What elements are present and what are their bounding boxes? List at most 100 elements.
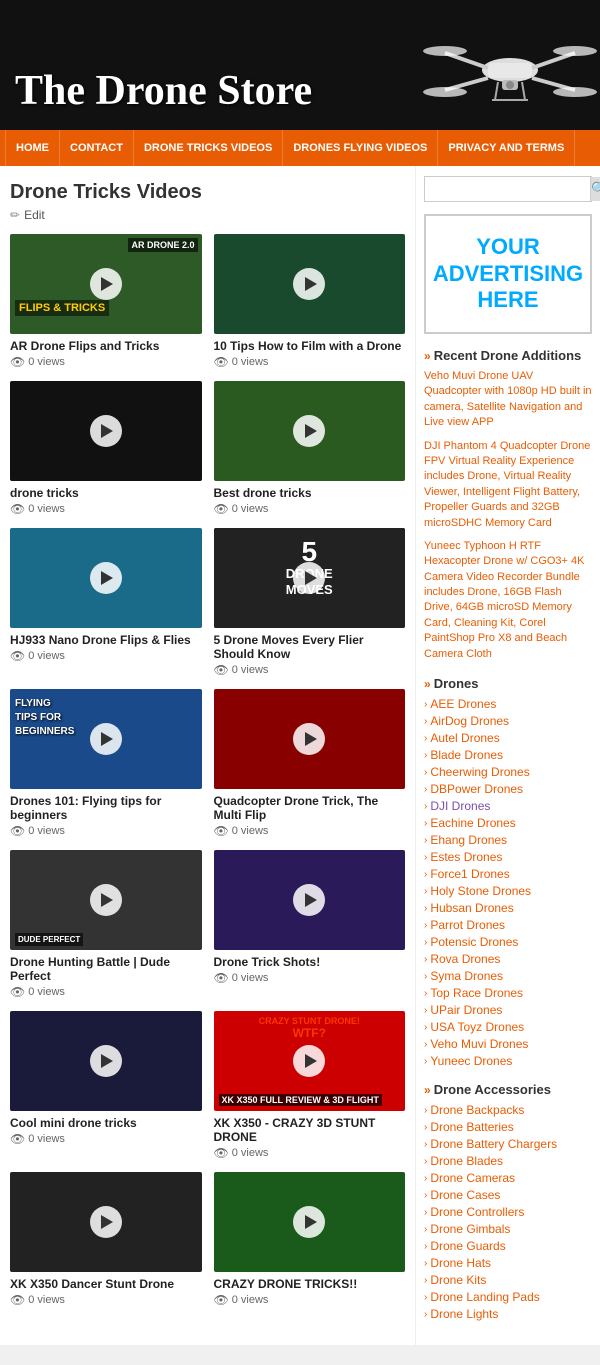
acc-link-anchor-a12[interactable]: Drone Landing Pads bbox=[430, 1290, 539, 1304]
acc-link-anchor-a2[interactable]: Drone Batteries bbox=[430, 1120, 513, 1134]
drones-section: » Drones › AEE Drones › AirDog Drones › … bbox=[424, 676, 592, 1068]
acc-chevron-a4: › bbox=[424, 1156, 427, 1167]
drone-link-anchor-d17[interactable]: Syma Drones bbox=[430, 969, 503, 983]
play-button-v11[interactable] bbox=[90, 1045, 122, 1077]
drone-link-anchor-d7[interactable]: DJI Drones bbox=[430, 799, 490, 813]
video-thumb-v9[interactable]: DUDE PERFECT bbox=[10, 850, 202, 950]
play-button-v4[interactable] bbox=[293, 415, 325, 447]
acc-link-anchor-a7[interactable]: Drone Controllers bbox=[430, 1205, 524, 1219]
drone-link-anchor-d8[interactable]: Eachine Drones bbox=[430, 816, 515, 830]
acc-link-anchor-a3[interactable]: Drone Battery Chargers bbox=[430, 1137, 557, 1151]
drone-link-anchor-d12[interactable]: Holy Stone Drones bbox=[430, 884, 531, 898]
play-button-v1[interactable] bbox=[90, 268, 122, 300]
video-thumb-v11[interactable] bbox=[10, 1011, 202, 1111]
play-button-v6[interactable] bbox=[293, 562, 325, 594]
drone-link-d16: › Rova Drones bbox=[424, 952, 592, 966]
drone-link-anchor-d14[interactable]: Parrot Drones bbox=[430, 918, 505, 932]
drone-chevron-d14: › bbox=[424, 920, 427, 931]
acc-link-anchor-a8[interactable]: Drone Gimbals bbox=[430, 1222, 510, 1236]
acc-link-anchor-a11[interactable]: Drone Kits bbox=[430, 1273, 486, 1287]
video-thumb-v12[interactable]: CRAZY STUNT DRONE!WTF? XK X350 FULL REVI… bbox=[214, 1011, 406, 1111]
drone-link-anchor-d9[interactable]: Ehang Drones bbox=[430, 833, 507, 847]
nav-item-contact[interactable]: CONTACT bbox=[60, 130, 134, 166]
drone-link-anchor-d16[interactable]: Rova Drones bbox=[430, 952, 500, 966]
search-input[interactable] bbox=[425, 177, 590, 201]
drone-link-anchor-d21[interactable]: Veho Muvi Drones bbox=[430, 1037, 528, 1051]
acc-link-anchor-a1[interactable]: Drone Backpacks bbox=[430, 1103, 524, 1117]
video-thumb-v7[interactable]: FLYINGTIPS FORBEGINNERS bbox=[10, 689, 202, 789]
drone-link-anchor-d22[interactable]: Yuneec Drones bbox=[430, 1054, 512, 1068]
recent-link-r3[interactable]: Yuneec Typhoon H RTF Hexacopter Drone w/… bbox=[424, 539, 592, 662]
views-icon-v1: 👁 bbox=[10, 355, 25, 369]
acc-link-anchor-a13[interactable]: Drone Lights bbox=[430, 1307, 498, 1321]
play-button-v8[interactable] bbox=[293, 723, 325, 755]
drone-link-anchor-d15[interactable]: Potensic Drones bbox=[430, 935, 518, 949]
acc-link-anchor-a6[interactable]: Drone Cases bbox=[430, 1188, 500, 1202]
drone-link-anchor-d11[interactable]: Force1 Drones bbox=[430, 867, 509, 881]
drone-link-anchor-d13[interactable]: Hubsan Drones bbox=[430, 901, 513, 915]
play-button-v2[interactable] bbox=[293, 268, 325, 300]
acc-link-a6: › Drone Cases bbox=[424, 1188, 592, 1202]
acc-link-anchor-a5[interactable]: Drone Cameras bbox=[430, 1171, 515, 1185]
views-icon-v6: 👁 bbox=[214, 663, 229, 677]
video-thumb-v6[interactable]: 5 DRONEMOVES bbox=[214, 528, 406, 628]
play-button-v13[interactable] bbox=[90, 1206, 122, 1238]
play-button-v7[interactable] bbox=[90, 723, 122, 755]
video-thumb-v8[interactable] bbox=[214, 689, 406, 789]
acc-link-anchor-a9[interactable]: Drone Guards bbox=[430, 1239, 505, 1253]
acc-chevron-a8: › bbox=[424, 1224, 427, 1235]
edit-link[interactable]: Edit bbox=[24, 208, 45, 222]
acc-link-a7: › Drone Controllers bbox=[424, 1205, 592, 1219]
recent-link-r2[interactable]: DJI Phantom 4 Quadcopter Drone FPV Virtu… bbox=[424, 439, 592, 531]
video-thumb-v2[interactable] bbox=[214, 234, 406, 334]
play-button-v3[interactable] bbox=[90, 415, 122, 447]
video-item-v7: FLYINGTIPS FORBEGINNERS Drones 101: Flyi… bbox=[10, 689, 202, 838]
drone-link-anchor-d20[interactable]: USA Toyz Drones bbox=[430, 1020, 524, 1034]
drone-link-anchor-d18[interactable]: Top Race Drones bbox=[430, 986, 523, 1000]
drone-link-anchor-d6[interactable]: DBPower Drones bbox=[430, 782, 523, 796]
acc-link-anchor-a10[interactable]: Drone Hats bbox=[430, 1256, 491, 1270]
main-nav: HOME CONTACT DRONE TRICKS VIDEOS DRONES … bbox=[0, 130, 600, 166]
drone-link-d7: › DJI Drones bbox=[424, 799, 592, 813]
drone-link-anchor-d4[interactable]: Blade Drones bbox=[430, 748, 503, 762]
recent-arrow-icon: » bbox=[424, 349, 431, 363]
acc-chevron-a5: › bbox=[424, 1173, 427, 1184]
play-button-v5[interactable] bbox=[90, 562, 122, 594]
video-thumb-v5[interactable] bbox=[10, 528, 202, 628]
video-item-v2: 10 Tips How to Film with a Drone 👁 0 vie… bbox=[214, 234, 406, 369]
nav-item-drones-flying[interactable]: DRONES FLYING VIDEOS bbox=[283, 130, 438, 166]
video-thumb-v14[interactable] bbox=[214, 1172, 406, 1272]
video-views-v13: 👁 0 views bbox=[10, 1293, 202, 1307]
acc-link-anchor-a4[interactable]: Drone Blades bbox=[430, 1154, 503, 1168]
video-title-v2: 10 Tips How to Film with a Drone bbox=[214, 339, 406, 353]
recent-item-r2: DJI Phantom 4 Quadcopter Drone FPV Virtu… bbox=[424, 439, 592, 531]
video-thumb-v3[interactable] bbox=[10, 381, 202, 481]
drone-chevron-d10: › bbox=[424, 852, 427, 863]
views-icon-v3: 👁 bbox=[10, 502, 25, 516]
video-views-v5: 👁 0 views bbox=[10, 649, 202, 663]
video-thumb-v1[interactable]: AR DRONE 2.0 FLIPS & TRICKS bbox=[10, 234, 202, 334]
play-button-v14[interactable] bbox=[293, 1206, 325, 1238]
drone-link-d20: › USA Toyz Drones bbox=[424, 1020, 592, 1034]
video-title-v11: Cool mini drone tricks bbox=[10, 1116, 202, 1130]
drone-link-anchor-d3[interactable]: Autel Drones bbox=[430, 731, 499, 745]
nav-item-drone-tricks[interactable]: DRONE TRICKS VIDEOS bbox=[134, 130, 283, 166]
drone-link-anchor-d10[interactable]: Estes Drones bbox=[430, 850, 502, 864]
drone-link-d6: › DBPower Drones bbox=[424, 782, 592, 796]
nav-item-home[interactable]: HOME bbox=[5, 130, 60, 166]
recent-link-r1[interactable]: Veho Muvi Drone UAV Quadcopter with 1080… bbox=[424, 369, 592, 431]
search-button[interactable]: 🔍 bbox=[590, 177, 600, 201]
play-button-v12[interactable] bbox=[293, 1045, 325, 1077]
video-thumb-v4[interactable] bbox=[214, 381, 406, 481]
drone-link-anchor-d5[interactable]: Cheerwing Drones bbox=[430, 765, 529, 779]
play-button-v10[interactable] bbox=[293, 884, 325, 916]
drone-link-anchor-d1[interactable]: AEE Drones bbox=[430, 697, 496, 711]
video-thumb-v13[interactable] bbox=[10, 1172, 202, 1272]
play-button-v9[interactable] bbox=[90, 884, 122, 916]
drone-link-anchor-d19[interactable]: UPair Drones bbox=[430, 1003, 502, 1017]
nav-item-privacy[interactable]: PRIVACY AND TERMS bbox=[438, 130, 575, 166]
drone-chevron-d7: › bbox=[424, 801, 427, 812]
acc-link-a11: › Drone Kits bbox=[424, 1273, 592, 1287]
video-thumb-v10[interactable] bbox=[214, 850, 406, 950]
drone-link-anchor-d2[interactable]: AirDog Drones bbox=[430, 714, 509, 728]
